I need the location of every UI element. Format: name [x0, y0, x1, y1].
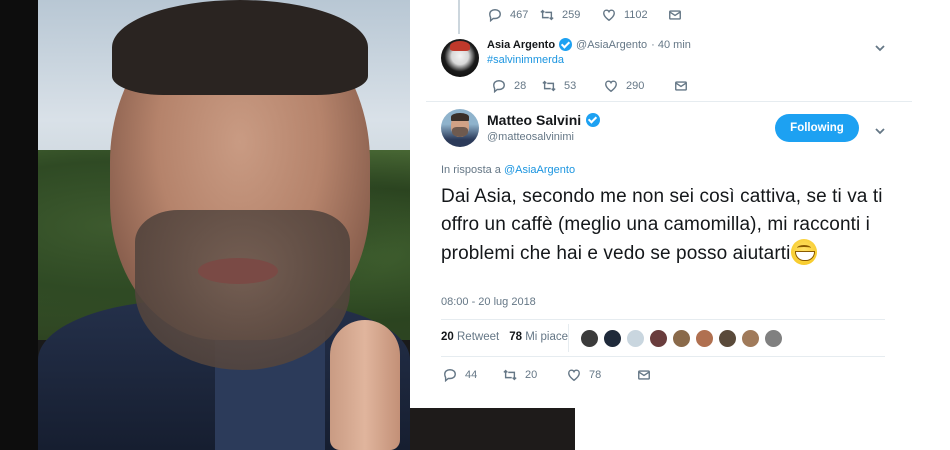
- likers-avatars: [580, 329, 787, 348]
- envelope-icon: [638, 370, 650, 380]
- retweet-button[interactable]: 53: [542, 79, 604, 93]
- heart-icon: [605, 80, 617, 93]
- likes-label: Mi piace: [525, 331, 569, 343]
- retweets-stat[interactable]: 20 Retweet: [441, 331, 499, 343]
- author-name-row: Matteo Salvini: [487, 112, 601, 128]
- retweet-button[interactable]: 20: [503, 368, 567, 382]
- bottom-dark-strip: [410, 408, 575, 450]
- direct-message-button[interactable]: [668, 8, 682, 22]
- reply-count: 28: [514, 80, 527, 92]
- like-count: 1102: [624, 9, 648, 21]
- prev-tweet-actions: 467 259 1102: [488, 8, 682, 22]
- reply-button[interactable]: 467: [488, 8, 540, 22]
- avatar[interactable]: [441, 109, 479, 147]
- liker-avatar[interactable]: [603, 329, 622, 348]
- reply-count: 467: [510, 9, 529, 21]
- stats-separator: [568, 324, 569, 352]
- following-button[interactable]: Following: [775, 114, 859, 142]
- verified-badge-icon: [586, 113, 601, 127]
- bottom-white-strip: [575, 408, 950, 450]
- tweet-timestamp[interactable]: 08:00 - 20 lug 2018: [441, 296, 536, 308]
- video-frame: [0, 0, 410, 450]
- avatar-beard: [452, 127, 468, 137]
- tweet-time[interactable]: · 40 min: [651, 39, 691, 51]
- reply-to-prefix: In risposta a: [441, 164, 501, 176]
- video-thumb: [330, 320, 400, 450]
- reply-tweet-header: Asia Argento @AsiaArgento · 40 min: [487, 38, 691, 51]
- author-handle[interactable]: @AsiaArgento: [576, 39, 647, 51]
- like-count: 78: [589, 369, 602, 381]
- retweet-count: 20: [525, 369, 538, 381]
- avatar-hair: [451, 113, 469, 121]
- reply-count: 44: [465, 369, 478, 381]
- retweets-number: 20: [441, 331, 454, 343]
- likes-number: 78: [509, 331, 522, 343]
- reply-button[interactable]: 28: [492, 79, 542, 93]
- reply-icon: [444, 369, 456, 382]
- author-name[interactable]: Asia Argento: [487, 39, 555, 51]
- video-hair: [112, 0, 368, 95]
- reply-tweet-actions: 28 53 290: [492, 79, 688, 93]
- liker-avatar[interactable]: [626, 329, 645, 348]
- envelope-icon: [669, 10, 681, 20]
- video-left-bar: [0, 0, 38, 450]
- reply-icon: [489, 9, 501, 22]
- likes-stat[interactable]: 78 Mi piace: [509, 331, 568, 343]
- retweet-count: 53: [564, 80, 577, 92]
- heart-icon: [603, 9, 615, 22]
- like-button[interactable]: 290: [604, 79, 674, 93]
- retweet-icon: [542, 80, 556, 92]
- avatar-detail: [450, 41, 470, 51]
- right-margin: [910, 0, 950, 450]
- hashtag-link[interactable]: #salvinimmerda: [487, 54, 564, 66]
- liker-avatar[interactable]: [741, 329, 760, 348]
- chevron-down-icon: [875, 45, 885, 52]
- divider: [441, 319, 885, 320]
- retweet-icon: [503, 369, 517, 381]
- retweet-count: 259: [562, 9, 581, 21]
- divider: [441, 356, 885, 357]
- retweet-button[interactable]: 259: [540, 8, 602, 22]
- liker-avatar[interactable]: [764, 329, 783, 348]
- like-button[interactable]: 78: [567, 368, 637, 382]
- tweet-menu-button[interactable]: [875, 40, 885, 52]
- liker-avatar[interactable]: [718, 329, 737, 348]
- reply-icon: [493, 80, 505, 93]
- liker-avatar[interactable]: [695, 329, 714, 348]
- retweet-icon: [540, 9, 554, 21]
- author-name[interactable]: Matteo Salvini: [487, 112, 581, 128]
- tweet-menu-button[interactable]: [875, 123, 885, 135]
- reply-context: In risposta a @AsiaArgento: [441, 164, 575, 176]
- like-count: 290: [626, 80, 645, 92]
- reply-button[interactable]: 44: [443, 368, 503, 382]
- main-tweet-actions: 44 20 78: [443, 368, 651, 382]
- video-mouth: [198, 258, 278, 284]
- like-button[interactable]: 1102: [602, 8, 668, 22]
- chevron-down-icon: [875, 128, 885, 135]
- tweet-stats: 20 Retweet 78 Mi piace: [441, 331, 568, 343]
- divider: [426, 101, 912, 102]
- liker-avatar[interactable]: [580, 329, 599, 348]
- envelope-icon: [675, 81, 687, 91]
- video-beard: [135, 210, 350, 370]
- direct-message-button[interactable]: [674, 79, 688, 93]
- liker-avatar[interactable]: [672, 329, 691, 348]
- verified-badge-icon: [559, 38, 573, 51]
- tweet-text: Dai Asia, secondo me non sei così cattiv…: [441, 183, 901, 268]
- direct-message-button[interactable]: [637, 368, 651, 382]
- liker-avatar[interactable]: [649, 329, 668, 348]
- avatar[interactable]: [441, 39, 479, 77]
- heart-icon: [568, 369, 580, 382]
- thread-connector-line: [458, 0, 460, 34]
- reply-to-handle-link[interactable]: @AsiaArgento: [504, 164, 575, 176]
- grinning-face-icon: [791, 239, 818, 265]
- retweets-label: Retweet: [457, 331, 500, 343]
- author-handle[interactable]: @matteosalvinimi: [487, 131, 574, 143]
